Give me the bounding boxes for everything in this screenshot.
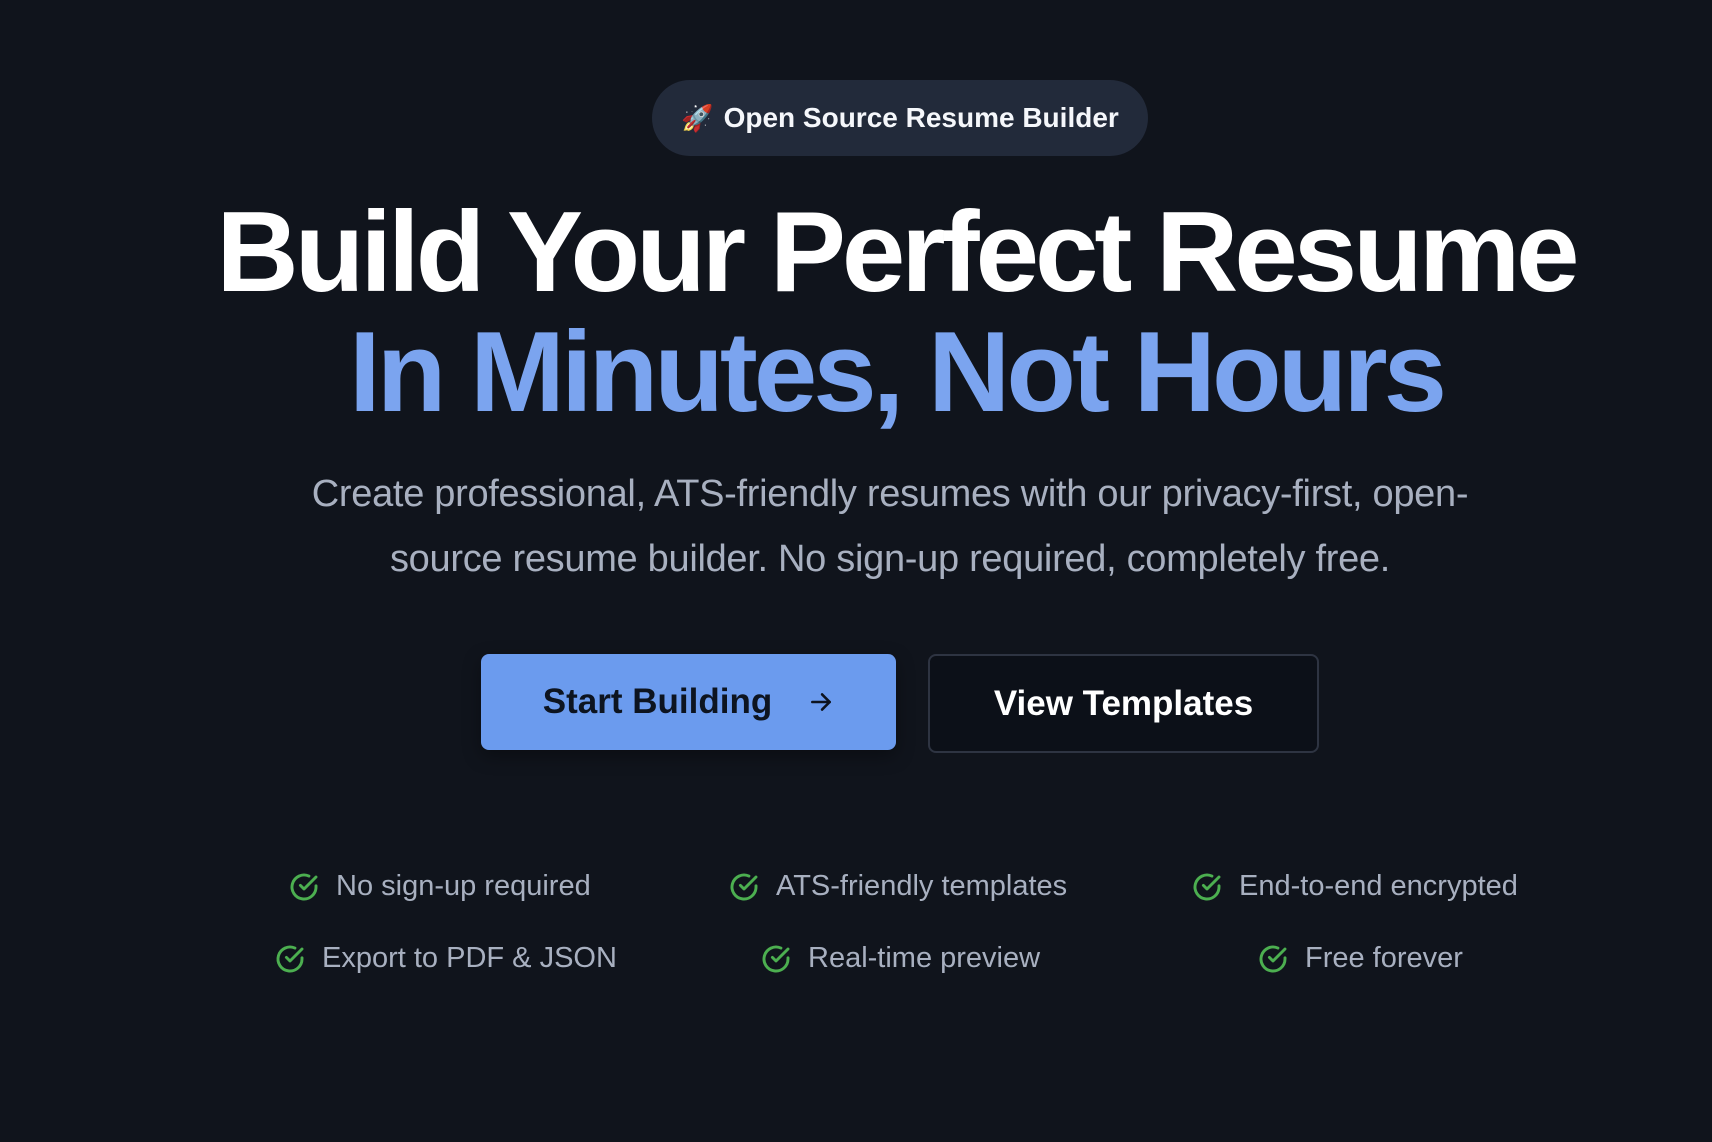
feature-item: ATS-friendly templates: [728, 870, 1067, 903]
view-templates-button[interactable]: View Templates: [928, 654, 1319, 753]
feature-label: End-to-end encrypted: [1239, 870, 1518, 902]
arrow-right-icon: [811, 693, 832, 711]
badge-label: Open Source Resume Builder: [723, 102, 1119, 133]
view-templates-label: View Templates: [993, 683, 1254, 723]
headline-primary: Build Your Perfect Resume: [216, 189, 1579, 316]
check-circle-icon: [290, 873, 318, 900]
rocket-icon: 🚀: [681, 103, 714, 133]
feature-item: End-to-end encrypted: [1191, 870, 1518, 903]
start-building-button[interactable]: Start Building: [481, 654, 896, 750]
feature-item: Free forever: [1257, 942, 1463, 975]
feature-item: Real-time preview: [760, 942, 1040, 975]
hero-subtitle: Create professional, ATS-friendly resume…: [311, 473, 1469, 580]
check-circle-icon: [1193, 873, 1221, 900]
headline-accent: In Minutes, Not Hours: [349, 309, 1447, 436]
feature-label: ATS-friendly templates: [776, 870, 1068, 902]
check-circle-icon: [730, 873, 758, 900]
check-circle-icon: [276, 945, 304, 972]
feature-label: Free forever: [1305, 942, 1463, 974]
feature-label: No sign-up required: [336, 870, 591, 902]
feature-label: Export to PDF & JSON: [322, 942, 617, 974]
check-circle-icon: [762, 945, 790, 972]
start-building-label: Start Building: [542, 682, 773, 721]
feature-item: Export to PDF & JSON: [274, 942, 617, 975]
open-source-badge: 🚀 Open Source Resume Builder: [652, 80, 1148, 156]
check-circle-icon: [1259, 945, 1287, 972]
feature-item: No sign-up required: [288, 870, 591, 903]
feature-label: Real-time preview: [808, 942, 1041, 974]
hero-section: 🚀 Open Source Resume Builder Build Your …: [0, 0, 1712, 1142]
